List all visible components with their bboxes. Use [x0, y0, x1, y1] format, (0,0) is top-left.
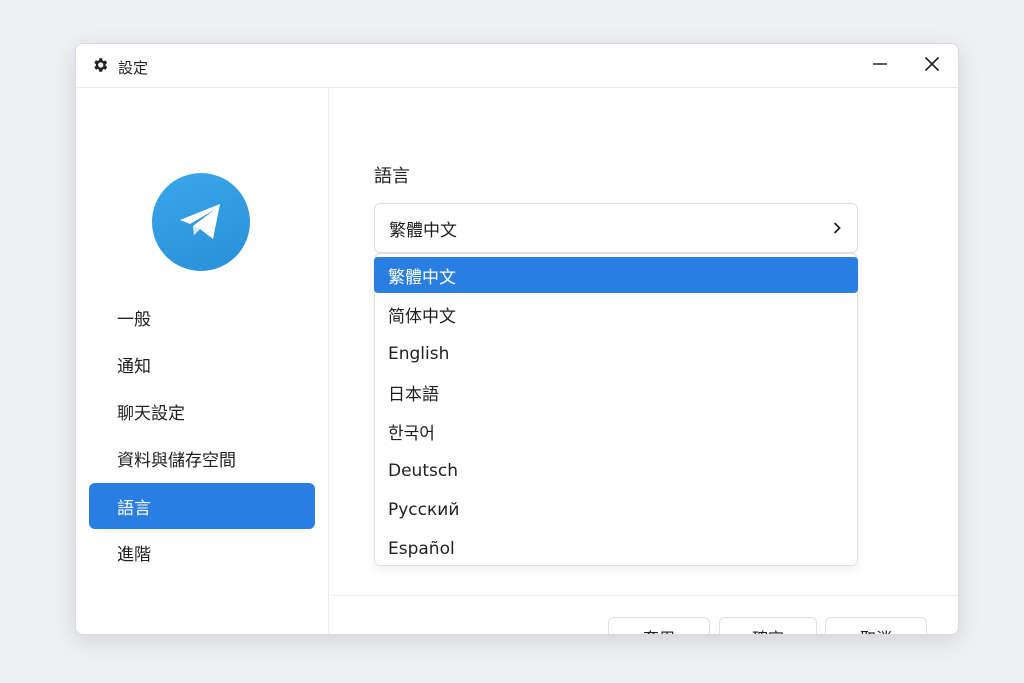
sidebar-item-advanced[interactable]: 進階	[89, 529, 315, 575]
cancel-button[interactable]: 取消	[825, 617, 927, 634]
language-option-label: 日本語	[388, 385, 439, 405]
sidebar-item-notifications[interactable]: 通知	[89, 341, 315, 387]
footer-divider	[330, 595, 958, 596]
language-option-label: Русский	[388, 499, 460, 520]
settings-window: 設定 一般 通知 聊天設定 資料與儲存空間 語言 進階 語言 繁體中文 繁體中文…	[75, 43, 959, 635]
sidebar-item-label: 語言	[117, 498, 151, 519]
title-bar: 設定	[76, 44, 958, 88]
sidebar-item-language[interactable]: 語言	[89, 483, 315, 529]
language-option[interactable]: English	[374, 334, 858, 373]
language-select-value: 繁體中文	[389, 220, 457, 241]
language-select[interactable]: 繁體中文	[374, 203, 858, 253]
telegram-logo	[152, 173, 250, 271]
language-option[interactable]: 한국어	[374, 412, 858, 451]
language-option[interactable]: 繁體中文	[374, 257, 858, 293]
window-title: 設定	[118, 59, 149, 77]
minimize-button[interactable]	[866, 52, 894, 80]
settings-sidebar: 一般 通知 聊天設定 資料與儲存空間 語言 進階	[76, 88, 329, 634]
paper-plane-icon	[180, 204, 220, 239]
language-dropdown-list: 繁體中文 简体中文 English 日本語 한국어 Deutsch Русски…	[374, 253, 858, 566]
apply-button[interactable]: 套用	[608, 617, 710, 634]
sidebar-item-chat-settings[interactable]: 聊天設定	[89, 388, 315, 434]
language-option[interactable]: Русский	[374, 490, 858, 529]
language-option-label: Deutsch	[388, 460, 458, 481]
language-option[interactable]: 简体中文	[374, 295, 858, 334]
sidebar-item-label: 聊天設定	[117, 403, 185, 424]
minimize-icon	[872, 56, 888, 76]
sidebar-item-label: 通知	[117, 356, 151, 377]
language-option-label: 한국어	[388, 424, 435, 444]
sidebar-item-label: 進階	[117, 544, 151, 565]
gear-icon	[91, 56, 109, 74]
close-button[interactable]	[918, 52, 946, 80]
close-icon	[924, 56, 940, 76]
language-option[interactable]: Español	[374, 529, 858, 568]
language-option-label: English	[388, 343, 450, 364]
language-option[interactable]: Deutsch	[374, 451, 858, 490]
section-title: 語言	[374, 166, 410, 187]
sidebar-item-label: 資料與儲存空間	[117, 450, 236, 471]
sidebar-item-label: 一般	[117, 309, 151, 330]
language-option-label: 简体中文	[388, 307, 456, 327]
chevron-right-icon	[829, 220, 845, 241]
language-option-label: Español	[388, 538, 455, 559]
sidebar-item-general[interactable]: 一般	[89, 294, 315, 340]
language-option-label: 繁體中文	[388, 267, 456, 288]
sidebar-item-data-storage[interactable]: 資料與儲存空間	[89, 435, 315, 481]
settings-content: 語言 繁體中文 繁體中文 简体中文 English 日本語 한국어 Deutsc…	[330, 88, 958, 634]
language-option[interactable]: 日本語	[374, 373, 858, 412]
ok-button[interactable]: 確定	[719, 617, 817, 634]
